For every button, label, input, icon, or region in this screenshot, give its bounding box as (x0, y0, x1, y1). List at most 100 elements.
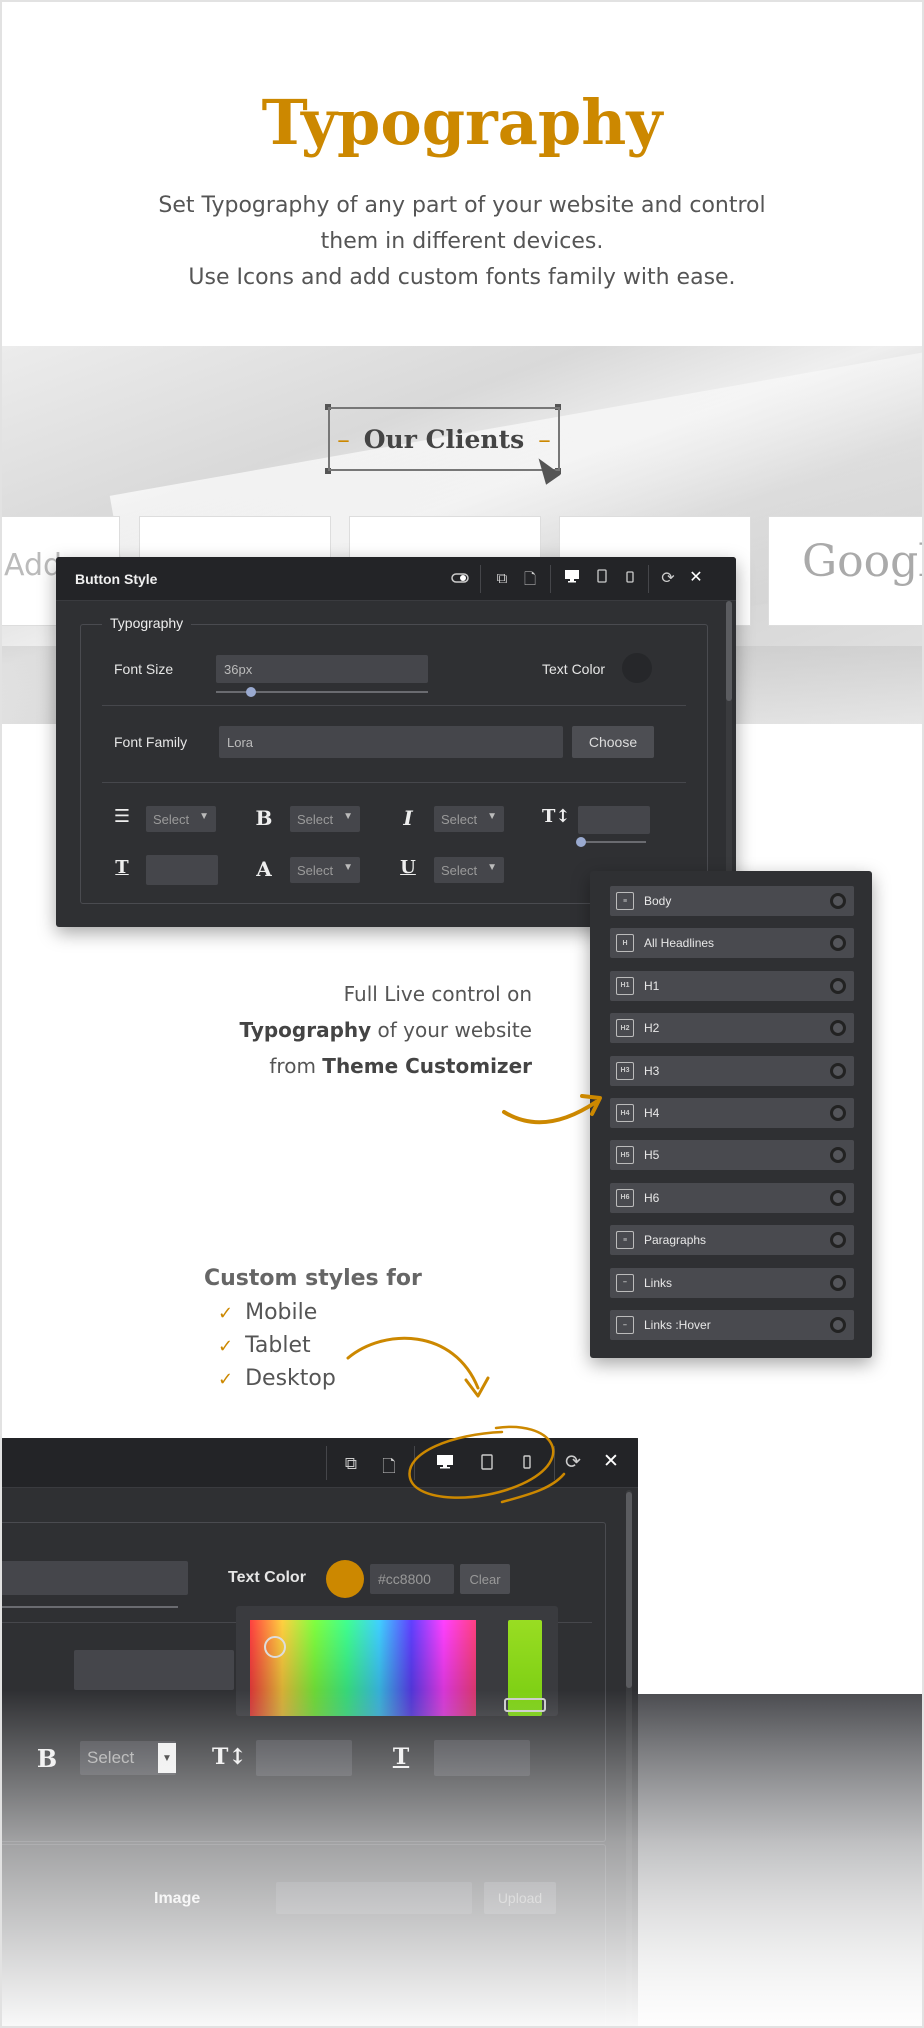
heading-dash-left: – (337, 424, 350, 454)
typography-target-item[interactable]: ≡ Paragraphs (610, 1225, 854, 1256)
background-fieldset (2, 1844, 606, 2028)
text-color-label: Text Color (542, 661, 606, 677)
text-color-swatch[interactable] (326, 1560, 364, 1598)
font-size-slider-handle[interactable] (246, 687, 256, 697)
font-size-input[interactable]: 36px (216, 655, 428, 683)
text-transform-icon: T (392, 1744, 410, 1770)
radio-button[interactable] (830, 1105, 846, 1121)
font-size-input[interactable] (2, 1561, 188, 1595)
check-icon: ✓ (218, 1369, 234, 1390)
bold-icon: B (255, 806, 273, 830)
typography-target-item[interactable]: H6 H6 (610, 1182, 854, 1213)
close-icon[interactable]: ✕ (686, 567, 706, 586)
color-spectrum[interactable] (250, 1620, 476, 1716)
font-weight-select[interactable]: Select ▼ (80, 1741, 176, 1775)
typography-target-label: H2 (644, 1021, 660, 1036)
our-clients-heading[interactable]: – Our Clients – (328, 407, 560, 471)
text-indent-input[interactable] (146, 855, 218, 885)
image-url-input[interactable] (276, 1882, 472, 1914)
copy-icon[interactable]: ⧉ (340, 1454, 362, 1474)
text-indent-input[interactable] (434, 1740, 530, 1776)
text-size-icon: T↕ (212, 1744, 247, 1770)
font-case-icon: A (256, 857, 272, 881)
radio-button[interactable] (830, 1189, 846, 1206)
paste-icon[interactable]: 🗋 (378, 1454, 400, 1483)
typography-target-item[interactable]: H All Headlines (610, 928, 854, 959)
radio-button[interactable] (830, 1317, 846, 1333)
header-divider (550, 565, 551, 593)
font-size-label: Font Size (114, 661, 174, 677)
text-decoration-select[interactable]: Select ▼ (434, 857, 504, 883)
header-divider (648, 565, 649, 593)
italic-icon: I (403, 806, 413, 830)
custom-item-desktop: ✓ Desktop (218, 1366, 336, 1391)
typography-legend: Typography (102, 615, 192, 631)
typography-target-item[interactable]: H3 H3 (610, 1055, 854, 1086)
typography-target-item[interactable]: – Links (610, 1267, 854, 1298)
upload-image-button[interactable]: Upload (484, 1882, 556, 1914)
radio-button[interactable] (830, 935, 846, 952)
copy-icon[interactable]: ⧉ (492, 569, 512, 587)
font-weight-select[interactable]: Select ▼ (290, 806, 360, 832)
paste-icon[interactable]: 🗋 (520, 569, 540, 594)
text-color-swatch[interactable] (622, 653, 652, 683)
text-color-label: Text Color (228, 1569, 306, 1586)
radio-button[interactable] (830, 1147, 846, 1164)
custom-item-tablet: ✓ Tablet (218, 1333, 311, 1358)
typography-target-item[interactable]: H1 H1 (610, 970, 854, 1001)
color-picker-cursor[interactable] (264, 1636, 286, 1658)
live-line-2: Typography of your website (239, 1018, 532, 1042)
desktop-icon[interactable] (560, 569, 584, 587)
radio-button[interactable] (830, 1020, 846, 1037)
radio-button[interactable] (830, 1274, 846, 1291)
radio-button[interactable] (830, 1232, 846, 1249)
element-type-icon: H1 (616, 976, 634, 995)
radio-button[interactable] (830, 1062, 846, 1079)
element-type-icon: – (616, 1273, 634, 1292)
typography-target-label: H5 (644, 1148, 660, 1163)
check-icon: ✓ (218, 1336, 234, 1357)
live-line-1: Full Live control on (343, 982, 532, 1006)
typography-target-label: H6 (644, 1190, 660, 1205)
letter-spacing-input[interactable] (578, 806, 650, 834)
panel-scrollbar-thumb[interactable] (626, 1492, 632, 1688)
hue-slider-handle[interactable] (504, 1698, 546, 1712)
letter-spacing-input[interactable] (256, 1740, 352, 1776)
tablet-icon[interactable] (592, 569, 612, 587)
typography-target-item[interactable]: – Links :Hover (610, 1310, 854, 1340)
typography-target-item[interactable]: H4 H4 (610, 1098, 854, 1128)
panel-scrollbar-thumb[interactable] (726, 601, 732, 701)
divider (102, 782, 686, 783)
letter-spacing-slider-handle[interactable] (576, 837, 586, 847)
typography-target-label: All Headlines (644, 936, 715, 951)
our-clients-text: Our Clients (363, 424, 525, 454)
choose-font-button[interactable]: Choose (572, 726, 654, 758)
text-transform-icon: T (115, 857, 129, 878)
radio-button[interactable] (830, 893, 846, 909)
typography-target-item[interactable]: H5 H5 (610, 1140, 854, 1171)
highlight-circle-icon (408, 1425, 566, 1504)
hex-color-input[interactable]: #cc8800 (370, 1564, 454, 1594)
clear-color-button[interactable]: Clear (460, 1564, 510, 1594)
typography-target-label: H3 (644, 1063, 660, 1078)
font-size-slider[interactable] (2, 1606, 178, 1608)
line-height-select[interactable]: Select ▼ (146, 806, 216, 832)
hero-desc-line-3: Use Icons and add custom fonts family wi… (188, 265, 736, 290)
radio-button[interactable] (830, 977, 846, 994)
toggle-icon[interactable] (450, 570, 470, 588)
font-family-input[interactable]: Lora (219, 726, 563, 758)
refresh-icon[interactable]: ⟳ (658, 568, 678, 587)
letter-spacing-slider[interactable] (580, 841, 646, 843)
typography-target-item[interactable]: ≡ Body (610, 886, 854, 916)
hero-description: Set Typography of any part of your websi… (0, 188, 924, 296)
mobile-icon[interactable] (620, 569, 640, 587)
panel-title: Button Style (75, 571, 158, 587)
close-icon[interactable]: ✕ (600, 1450, 622, 1472)
font-family-input[interactable] (74, 1650, 234, 1690)
text-transform-select[interactable]: Select ▼ (290, 857, 360, 883)
typography-target-label: H1 (644, 978, 660, 993)
typography-target-label: H4 (644, 1106, 660, 1120)
typography-target-item[interactable]: H2 H2 (610, 1013, 854, 1044)
font-style-select[interactable]: Select ▼ (434, 806, 504, 832)
element-type-icon: H3 (616, 1061, 634, 1080)
